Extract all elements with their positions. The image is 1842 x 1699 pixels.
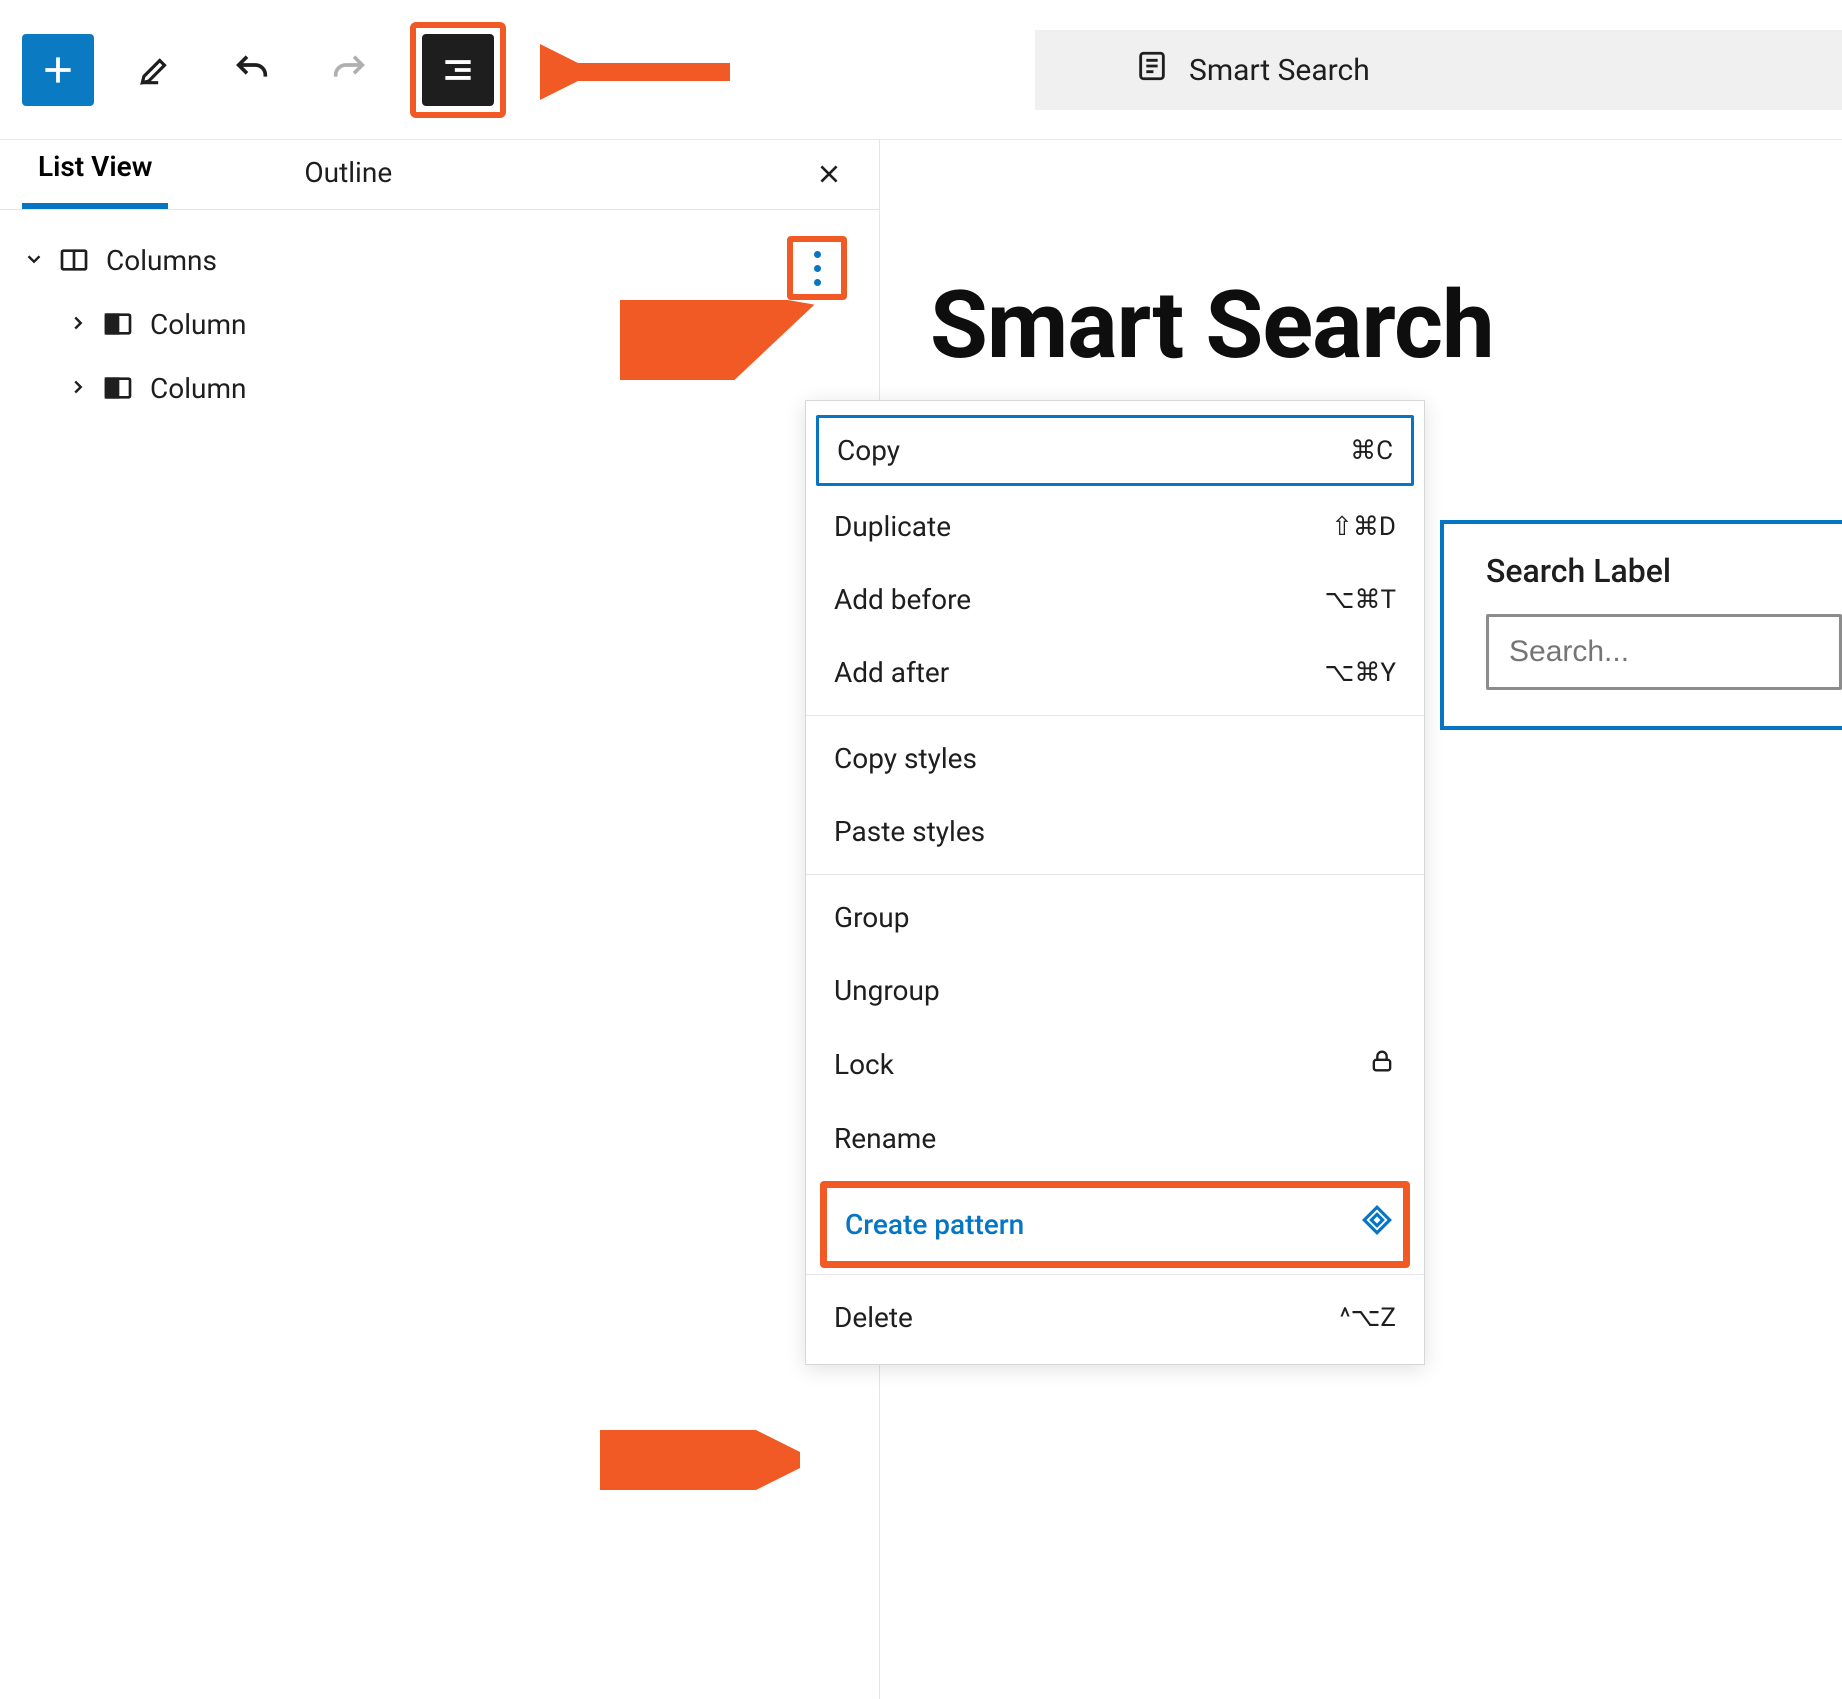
menu-shortcut: ⌥⌘T bbox=[1325, 585, 1396, 615]
menu-add-after[interactable]: Add after ⌥⌘Y bbox=[806, 636, 1424, 709]
top-smart-search-label: Smart Search bbox=[1189, 53, 1370, 88]
menu-shortcut: ^⌥Z bbox=[1340, 1303, 1396, 1333]
editor-toolbar: Smart Search bbox=[0, 0, 1842, 140]
search-input[interactable] bbox=[1486, 614, 1842, 690]
page-title[interactable]: Smart Search bbox=[880, 270, 1842, 380]
menu-label: Duplicate bbox=[834, 510, 951, 543]
menu-copy-styles[interactable]: Copy styles bbox=[806, 722, 1424, 795]
page-icon bbox=[1135, 49, 1169, 91]
block-options-menu: Copy ⌘C Duplicate ⇧⌘D Add before ⌥⌘T Add… bbox=[805, 400, 1425, 1365]
menu-label: Delete bbox=[834, 1301, 913, 1334]
menu-rename[interactable]: Rename bbox=[806, 1102, 1424, 1175]
block-label: Column bbox=[150, 372, 246, 405]
menu-delete[interactable]: Delete ^⌥Z bbox=[806, 1281, 1424, 1354]
menu-shortcut: ⌥⌘Y bbox=[1324, 658, 1396, 688]
menu-label: Add before bbox=[834, 583, 971, 616]
overview-tabs: List View Outline bbox=[0, 140, 879, 210]
menu-copy[interactable]: Copy ⌘C bbox=[816, 415, 1414, 486]
block-options-button[interactable] bbox=[787, 236, 847, 300]
menu-label: Paste styles bbox=[834, 815, 985, 848]
column-icon bbox=[98, 308, 138, 340]
close-panel-button[interactable] bbox=[809, 154, 849, 194]
menu-create-pattern-highlight: Create pattern bbox=[820, 1181, 1410, 1268]
undo-button[interactable] bbox=[216, 34, 288, 106]
document-overview-button[interactable] bbox=[422, 34, 494, 106]
menu-lock[interactable]: Lock bbox=[806, 1027, 1424, 1102]
top-smart-search-bar[interactable]: Smart Search bbox=[1035, 30, 1842, 110]
menu-label: Lock bbox=[834, 1048, 894, 1081]
menu-label: Group bbox=[834, 901, 909, 934]
menu-add-before[interactable]: Add before ⌥⌘T bbox=[806, 563, 1424, 636]
menu-separator bbox=[806, 1274, 1424, 1275]
lock-icon bbox=[1368, 1047, 1396, 1082]
block-label: Columns bbox=[106, 244, 217, 277]
menu-separator bbox=[806, 715, 1424, 716]
columns-icon bbox=[54, 244, 94, 276]
document-overview-panel: List View Outline Columns Col bbox=[0, 140, 880, 1699]
add-block-button[interactable] bbox=[22, 34, 94, 106]
menu-shortcut: ⌘C bbox=[1350, 436, 1393, 466]
chevron-down-icon[interactable] bbox=[14, 244, 54, 277]
block-label: Column bbox=[150, 308, 246, 341]
block-column-row[interactable]: Column bbox=[10, 356, 869, 420]
redo-button[interactable] bbox=[313, 34, 385, 106]
menu-label: Rename bbox=[834, 1122, 936, 1155]
edit-tool-button[interactable] bbox=[119, 34, 191, 106]
pattern-icon bbox=[1360, 1203, 1394, 1244]
menu-ungroup[interactable]: Ungroup bbox=[806, 954, 1424, 1027]
block-columns-row[interactable]: Columns bbox=[10, 228, 869, 292]
menu-create-pattern[interactable]: Create pattern bbox=[837, 1194, 1393, 1255]
search-block[interactable]: Search Label bbox=[1440, 520, 1842, 730]
menu-label: Copy styles bbox=[834, 742, 977, 775]
menu-separator bbox=[806, 874, 1424, 875]
menu-duplicate[interactable]: Duplicate ⇧⌘D bbox=[806, 490, 1424, 563]
menu-label: Create pattern bbox=[845, 1208, 1024, 1241]
tab-outline[interactable]: Outline bbox=[288, 140, 408, 209]
search-label[interactable]: Search Label bbox=[1486, 552, 1842, 590]
tab-list-view[interactable]: List View bbox=[22, 134, 168, 209]
menu-paste-styles[interactable]: Paste styles bbox=[806, 795, 1424, 868]
chevron-right-icon[interactable] bbox=[58, 372, 98, 405]
menu-shortcut: ⇧⌘D bbox=[1331, 512, 1396, 542]
block-column-row[interactable]: Column bbox=[10, 292, 869, 356]
menu-label: Add after bbox=[834, 656, 949, 689]
chevron-right-icon[interactable] bbox=[58, 308, 98, 341]
menu-label: Copy bbox=[837, 434, 900, 467]
block-list: Columns Column Column bbox=[0, 210, 879, 438]
doc-overview-highlight bbox=[410, 22, 506, 118]
menu-label: Ungroup bbox=[834, 974, 940, 1007]
column-icon bbox=[98, 372, 138, 404]
menu-group[interactable]: Group bbox=[806, 881, 1424, 954]
